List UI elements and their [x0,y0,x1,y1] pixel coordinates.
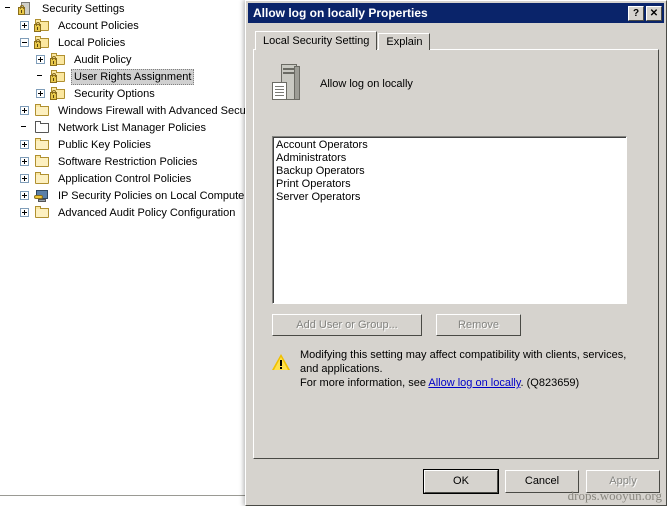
list-item[interactable]: Server Operators [276,191,626,204]
folder-icon [34,154,52,170]
remove-button[interactable]: Remove [436,314,521,336]
policy-name: Allow log on locally [320,78,413,90]
folder-icon [34,205,52,221]
tree-item-local-policies[interactable]: Local Policies [0,34,245,51]
background-list-strip [0,495,246,506]
expand-icon[interactable] [20,21,29,30]
tree-item-label: Public Key Policies [58,138,151,151]
list-item[interactable]: Backup Operators [276,165,626,178]
warning-kb-number: . (Q823659) [520,377,580,389]
tree-item-label: Security Options [74,87,155,100]
warning-line-3: For more information, see Allow log on l… [300,376,626,390]
tree-item-label: Application Control Policies [58,172,192,185]
tree-item-label: Account Policies [58,19,139,32]
list-item[interactable]: Account Operators [276,139,626,152]
allow-log-on-locally-link[interactable]: Allow log on locally [428,377,520,389]
list-item[interactable]: Print Operators [276,178,626,191]
list-item[interactable]: Administrators [276,152,626,165]
expand-icon[interactable] [20,174,29,183]
warning-line-2: and applications. [300,363,383,375]
expand-icon[interactable] [36,55,45,64]
expand-icon[interactable] [36,89,45,98]
policy-folder-icon [50,52,68,68]
tree-item-software-restriction-policies[interactable]: Software Restriction Policies [0,153,245,170]
warning-icon [272,354,292,372]
expand-icon[interactable] [20,208,29,217]
dialog-title: Allow log on locally Properties [253,6,428,20]
folder-icon [34,103,52,119]
expand-icon[interactable] [20,157,29,166]
watermark: drops.wooyun.org [567,488,662,503]
tree-item-ip-security-policies-on-local-computer[interactable]: IP Security Policies on Local Computer [0,187,245,204]
policy-folder-icon [50,86,68,102]
tree-item-public-key-policies[interactable]: Public Key Policies [0,136,245,153]
collapse-icon[interactable] [20,38,29,47]
compatibility-warning: Modifying this setting may affect compat… [272,348,642,390]
expander-spacer [4,4,13,13]
tree-item-audit-policy[interactable]: Audit Policy [0,51,245,68]
tree-item-label: Security Settings [42,2,125,15]
tree-item-label: Local Policies [58,36,126,49]
tree-item-security-settings[interactable]: Security Settings [0,0,245,17]
tree-item-label: Network List Manager Policies [58,121,206,134]
ip-security-icon [34,188,52,204]
tree-item-user-rights-assignment[interactable]: User Rights Assignment [0,68,245,85]
network-folder-icon [34,120,52,136]
tab-strip[interactable]: Local Security Setting Explain [255,31,431,50]
warning-line-1: Modifying this setting may affect compat… [300,349,627,361]
dialog-titlebar[interactable]: Allow log on locally Properties ? ✕ [248,3,664,23]
ok-button-label: OK [453,475,469,487]
add-user-or-group-button[interactable]: Add User or Group... [272,314,422,336]
expand-icon[interactable] [20,191,29,200]
expander-spacer [36,72,45,81]
assigned-accounts-list[interactable]: Account Operators Administrators Backup Op… [272,136,627,304]
folder-icon [34,137,52,153]
tree-item-label: Audit Policy [74,53,132,66]
policy-header: Allow log on locally [272,64,413,104]
tab-explain[interactable]: Explain [378,33,431,50]
expand-icon[interactable] [20,140,29,149]
security-settings-tree[interactable]: Security Settings Account Policies Local P… [0,0,246,506]
tree-item-label: User Rights Assignment [71,68,195,85]
help-icon[interactable]: ? [628,5,644,21]
policy-folder-icon [34,18,52,34]
tree-item-security-options[interactable]: Security Options [0,85,245,102]
computer-policy-icon [272,64,306,104]
warning-text: Modifying this setting may affect compat… [300,348,626,390]
expand-icon[interactable] [20,106,29,115]
tree-item-advanced-audit-policy-configuration[interactable]: Advanced Audit Policy Configuration [0,204,245,221]
security-settings-icon [18,1,36,17]
tree-item-account-policies[interactable]: Account Policies [0,17,245,34]
tree-item-label: IP Security Policies on Local Computer [58,189,246,202]
expander-spacer [20,123,29,132]
ok-button[interactable]: OK [423,469,499,494]
warning-line-3-prefix: For more information, see [300,377,429,389]
folder-icon [34,171,52,187]
policy-folder-icon [34,35,52,51]
policy-folder-icon [50,69,68,85]
tree-item-label: Software Restriction Policies [58,155,198,168]
tab-local-security-setting[interactable]: Local Security Setting [255,31,378,50]
close-icon[interactable]: ✕ [646,5,662,21]
tree-item-windows-firewall-with-advanced-security[interactable]: Windows Firewall with Advanced Security [0,102,245,119]
tab-page-local-security-setting: Allow log on locally Account Operators Ad… [253,49,659,459]
properties-dialog: Allow log on locally Properties ? ✕ Loca… [245,0,667,506]
tree-item-network-list-manager-policies[interactable]: Network List Manager Policies [0,119,245,136]
tree-item-application-control-policies[interactable]: Application Control Policies [0,170,245,187]
tree-item-label: Advanced Audit Policy Configuration [58,206,236,219]
tree-item-label: Windows Firewall with Advanced Security [58,104,246,117]
